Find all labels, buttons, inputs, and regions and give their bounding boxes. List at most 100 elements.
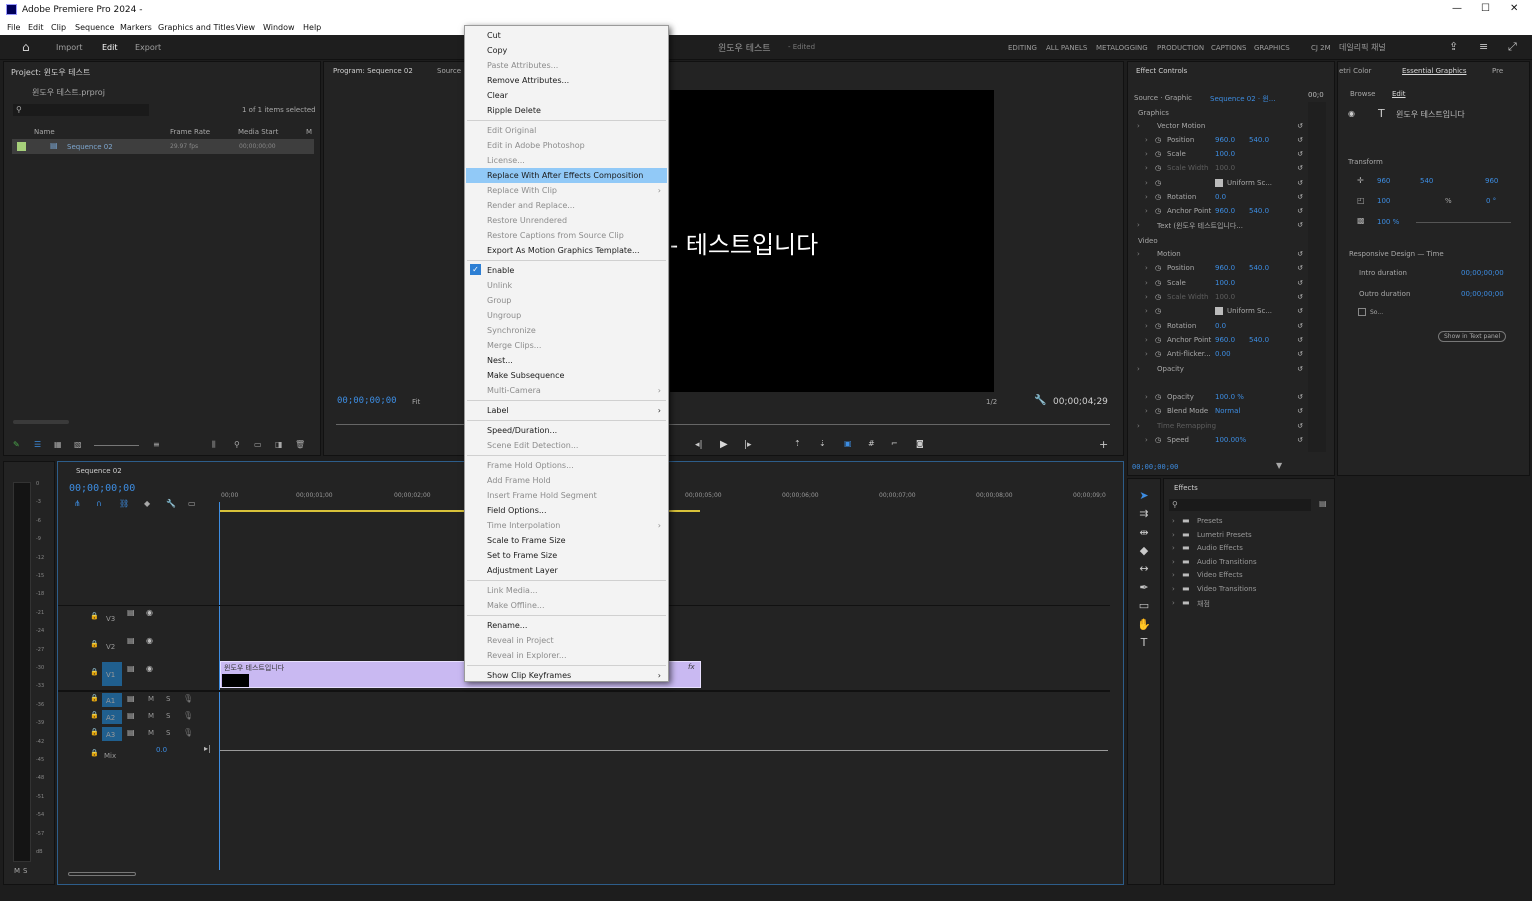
tab-pre[interactable]: Pre <box>1492 67 1503 75</box>
effects-search-input[interactable] <box>1169 499 1311 511</box>
stopwatch-icon[interactable]: ◷ <box>1155 393 1161 401</box>
reset-icon[interactable]: ↺ <box>1297 179 1303 187</box>
lock-icon[interactable]: 🔒 <box>90 640 99 648</box>
timeline-timecode[interactable]: 00;00;00;00 <box>69 483 135 494</box>
stopwatch-icon[interactable]: ◷ <box>1155 350 1161 358</box>
lock-icon[interactable]: 🔒 <box>90 612 99 620</box>
eg-outro-val[interactable]: 00;00;00;00 <box>1461 290 1504 298</box>
menu-item[interactable]: Rename... <box>487 618 667 633</box>
reset-icon[interactable]: ↺ <box>1297 164 1303 172</box>
ec-value-1[interactable]: Normal <box>1215 407 1240 415</box>
effects-folder[interactable]: Lumetri Presets <box>1197 531 1252 539</box>
col-media-start[interactable]: Media Start <box>238 128 278 136</box>
lift-icon[interactable]: ⇡ <box>794 439 801 448</box>
menu-item[interactable]: Ripple Delete <box>487 103 667 118</box>
mute-button[interactable]: M <box>148 695 154 703</box>
track-label[interactable]: A2 <box>106 714 115 722</box>
stopwatch-icon[interactable]: ◷ <box>1155 436 1161 444</box>
share-icon[interactable]: ⇪ <box>1449 40 1458 53</box>
tab-edit[interactable]: Edit <box>102 43 118 52</box>
ec-value-1[interactable]: 100.0 <box>1215 293 1235 301</box>
ec-value-1[interactable]: 0.0 <box>1215 193 1226 201</box>
eg-rotation[interactable]: 0 ° <box>1486 197 1496 205</box>
mix-value[interactable]: 0.0 <box>156 746 167 754</box>
menu-item[interactable]: Nest... <box>487 353 667 368</box>
expand-chevron-icon[interactable]: › <box>1172 571 1175 579</box>
marker-icon[interactable]: ◆ <box>144 499 150 508</box>
program-tab[interactable]: Program: Sequence 02 <box>333 67 413 75</box>
reset-icon[interactable]: ↺ <box>1297 122 1303 130</box>
solo-button[interactable]: S <box>166 729 170 737</box>
toggle-sync-icon[interactable]: ▤ <box>127 636 135 645</box>
slip-icon[interactable]: ↔ <box>1137 562 1151 576</box>
effects-folder[interactable]: Presets <box>1197 517 1222 525</box>
list-view-icon[interactable]: ☰ <box>34 440 41 449</box>
timeline-wrench-icon[interactable]: 🔧 <box>166 499 176 508</box>
expand-chevron-icon[interactable]: › <box>1145 179 1148 187</box>
eye-icon[interactable]: ◉ <box>146 664 153 673</box>
reset-icon[interactable]: ↺ <box>1297 365 1303 373</box>
trash-icon[interactable]: 🗑 <box>295 440 305 449</box>
stopwatch-icon[interactable]: ◷ <box>1155 293 1161 301</box>
stopwatch-icon[interactable]: ◷ <box>1155 193 1161 201</box>
rectangle-icon[interactable]: ▭ <box>1137 599 1151 613</box>
ec-value-2[interactable]: 540.0 <box>1249 136 1269 144</box>
expand-chevron-icon[interactable]: › <box>1145 436 1148 444</box>
expand-chevron-icon[interactable]: › <box>1145 293 1148 301</box>
menu-item[interactable]: Copy <box>487 43 667 58</box>
stopwatch-icon[interactable]: ◷ <box>1155 207 1161 215</box>
icon-view-icon[interactable]: ▦ <box>54 440 62 449</box>
ec-value-1[interactable]: 960.0 <box>1215 207 1235 215</box>
effects-folder[interactable]: Audio Transitions <box>1197 558 1257 566</box>
workspace-daily[interactable]: 데일리픽 채널 <box>1339 42 1386 53</box>
new-item-icon[interactable]: ◨ <box>275 440 283 449</box>
essential-graphics-title[interactable]: Essential Graphics <box>1402 67 1467 75</box>
ec-value-1[interactable]: 100.0 <box>1215 279 1235 287</box>
reset-icon[interactable]: ↺ <box>1297 221 1303 229</box>
toggle-sync-icon[interactable]: ▤ <box>127 728 135 737</box>
stopwatch-icon[interactable]: ◷ <box>1155 407 1161 415</box>
fit-dropdown[interactable]: Fit <box>412 398 420 406</box>
col-name[interactable]: Name <box>34 128 55 136</box>
uniform-scale-checkbox[interactable] <box>1215 179 1223 187</box>
effects-title[interactable]: Effects <box>1174 484 1198 492</box>
expand-chevron-icon[interactable]: › <box>1137 122 1140 130</box>
ec-value-1[interactable]: 100.00% <box>1215 436 1246 444</box>
project-title[interactable]: Project: 윈도우 테스트 <box>11 67 90 78</box>
workspace-graphics[interactable]: GRAPHICS <box>1254 44 1290 52</box>
tab-lumetri[interactable]: etri Color <box>1339 67 1371 75</box>
eg-anchor[interactable]: 960 <box>1485 177 1498 185</box>
reset-icon[interactable]: ↺ <box>1297 193 1303 201</box>
mic-icon[interactable]: 🎙 <box>183 728 193 737</box>
expand-chevron-icon[interactable]: › <box>1172 599 1175 607</box>
menu-item[interactable]: Replace With After Effects Composition <box>487 168 667 183</box>
opacity-slider[interactable] <box>1416 222 1511 223</box>
expand-chevron-icon[interactable]: › <box>1172 544 1175 552</box>
toggle-sync-icon[interactable]: ▤ <box>127 711 135 720</box>
ec-value-1[interactable]: 100.0 <box>1215 164 1235 172</box>
menu-item[interactable]: Export As Motion Graphics Template... <box>487 243 667 258</box>
reset-icon[interactable]: ↺ <box>1297 393 1303 401</box>
reset-icon[interactable]: ↺ <box>1297 436 1303 444</box>
freeform-view-icon[interactable]: ▧ <box>74 440 82 449</box>
expand-chevron-icon[interactable]: › <box>1172 531 1175 539</box>
ec-value-1[interactable]: 960.0 <box>1215 264 1235 272</box>
close-button[interactable]: ✕ <box>1510 3 1518 14</box>
lock-icon[interactable]: 🔒 <box>90 749 99 757</box>
expand-chevron-icon[interactable]: › <box>1145 150 1148 158</box>
stopwatch-icon[interactable]: ◷ <box>1155 322 1161 330</box>
expand-chevron-icon[interactable]: › <box>1145 207 1148 215</box>
lock-icon[interactable]: 🔒 <box>90 728 99 736</box>
wrench-icon[interactable]: 🔧 <box>1034 395 1046 406</box>
effects-folder[interactable]: Video Transitions <box>1197 585 1256 593</box>
maximize-button[interactable]: ☐ <box>1481 3 1490 14</box>
ec-value-2[interactable]: 540.0 <box>1249 336 1269 344</box>
menu-file[interactable]: File <box>7 23 20 32</box>
menu-edit[interactable]: Edit <box>28 23 44 32</box>
eye-icon[interactable]: ◉ <box>146 636 153 645</box>
effects-folder[interactable]: Video Effects <box>1197 571 1243 579</box>
stopwatch-icon[interactable]: ◷ <box>1155 164 1161 172</box>
lock-icon[interactable]: 🔒 <box>90 694 99 702</box>
expand-chevron-icon[interactable]: › <box>1137 365 1140 373</box>
expand-chevron-icon[interactable]: › <box>1145 279 1148 287</box>
